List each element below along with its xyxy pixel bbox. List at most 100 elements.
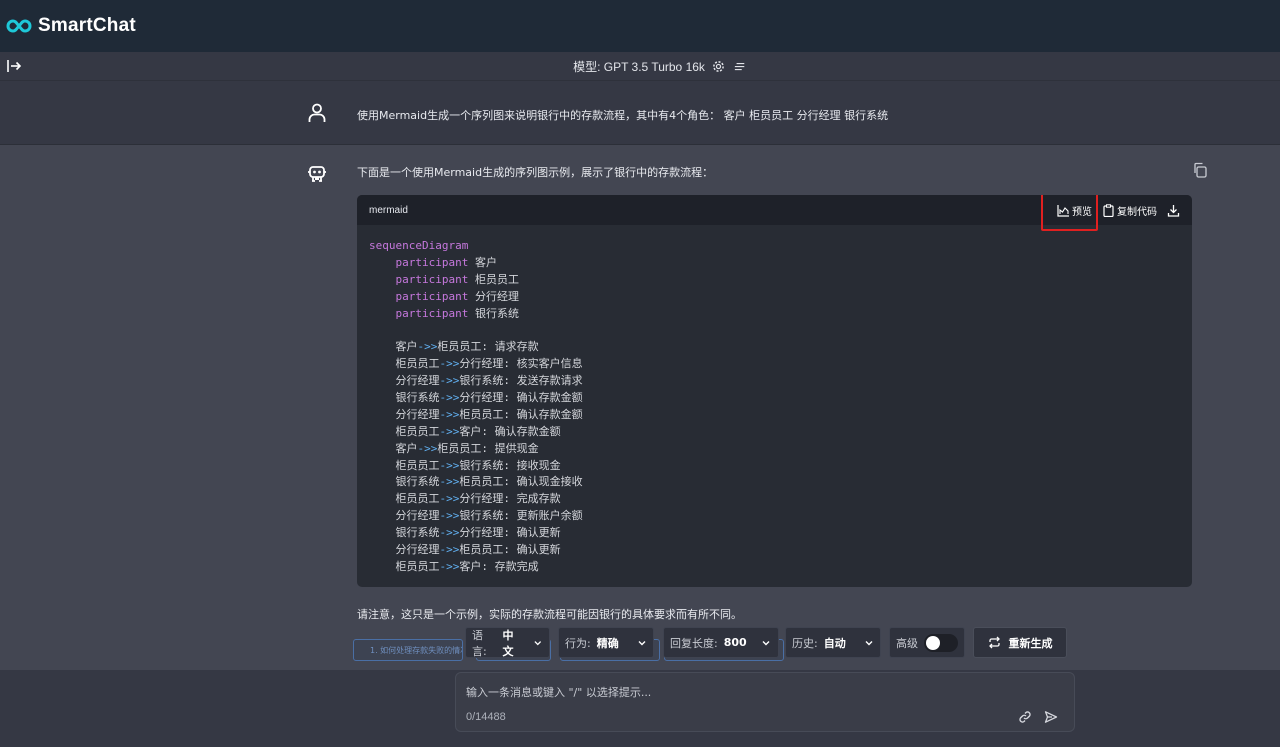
chart-preview-icon [1057, 204, 1069, 217]
app-name: SmartChat [38, 15, 136, 36]
code-message-text: 银行系统: 发送存款请求 [459, 374, 583, 388]
link-icon[interactable] [1018, 710, 1032, 724]
chevron-down-icon [638, 640, 646, 645]
copy-message-icon[interactable] [1192, 162, 1208, 178]
assistant-message: 下面是一个使用Mermaid生成的序列图示例，展示了银行中的存款流程： merm… [0, 145, 1280, 670]
code-keyword: participant [395, 272, 469, 286]
regenerate-button[interactable]: 重新生成 [973, 627, 1067, 658]
code-message-text: 银行系统: 接收现金 [459, 458, 561, 472]
advanced-toggle[interactable] [924, 633, 958, 652]
code-participant-name: 银行系统 [468, 306, 519, 320]
download-button[interactable] [1167, 204, 1180, 217]
gear-icon[interactable] [712, 60, 726, 74]
chevron-down-icon [865, 640, 873, 645]
message-input[interactable]: 输入一条消息或键入 "/" 以选择提示... 0/14488 [455, 672, 1075, 732]
code-message-text: 柜员员工: 提供现金 [437, 441, 539, 455]
code-message-text: 银行系统: 更新账户余额 [459, 509, 583, 523]
assistant-intro-text: 下面是一个使用Mermaid生成的序列图示例，展示了银行中的存款流程： [357, 166, 714, 179]
code-arrow: ->> [439, 458, 460, 472]
code-message-from: 银行系统 [369, 475, 440, 489]
token-counter: 0/14488 [466, 711, 506, 723]
user-message-text: 使用Mermaid生成一个序列图来说明银行中的存款流程，其中有4个角色： 客户 … [357, 109, 889, 122]
app-header: SmartChat [0, 0, 1280, 52]
menu-lines-icon[interactable] [733, 60, 747, 74]
code-line-message: 柜员员工->>客户: 确认存款金额 [369, 424, 1180, 441]
copy-code-label: 复制代码 [1117, 206, 1157, 218]
code-line-participant: participant 客户 [369, 255, 1180, 272]
code-message-text: 柜员员工: 确认更新 [459, 543, 561, 557]
code-arrow: ->> [439, 509, 460, 523]
code-message-text: 客户: 确认存款金额 [459, 424, 561, 438]
app-logo[interactable]: SmartChat [6, 15, 136, 37]
code-arrow: ->> [439, 407, 460, 421]
user-message: 使用Mermaid生成一个序列图来说明银行中的存款流程，其中有4个角色： 客户 … [0, 81, 1280, 145]
code-line-message: 分行经理->>银行系统: 更新账户余额 [369, 508, 1180, 525]
code-message-text: 客户: 存款完成 [459, 559, 539, 573]
code-line-header: sequenceDiagram [369, 238, 1180, 255]
code-content: sequenceDiagram participant 客户 participa… [357, 225, 1192, 576]
model-label[interactable]: 模型: GPT 3.5 Turbo 16k [573, 58, 705, 75]
language-label: 语言: [472, 628, 487, 658]
language-select[interactable]: 语言: 中文 [465, 627, 550, 658]
code-message-from: 分行经理 [369, 543, 440, 557]
code-message-from: 柜员员工 [369, 492, 440, 506]
code-line-message: 柜员员工->>客户: 存款完成 [369, 559, 1180, 576]
preview-button[interactable]: 预览 [1057, 203, 1092, 218]
suggestion-chip[interactable]: 1. 如何处理存款失败的情况？ [353, 639, 463, 661]
user-avatar-icon [308, 103, 326, 122]
code-language: mermaid [369, 204, 408, 216]
code-message-text: 柜员员工: 确认现金接收 [459, 475, 583, 489]
code-message-from: 分行经理 [369, 509, 440, 523]
code-keyword: sequenceDiagram [369, 239, 469, 252]
code-line-message: 柜员员工->>分行经理: 完成存款 [369, 491, 1180, 508]
chevron-down-icon [762, 640, 770, 645]
code-message-from: 柜员员工 [369, 357, 440, 371]
code-message-from: 分行经理 [369, 374, 440, 388]
code-line-message: 分行经理->>银行系统: 发送存款请求 [369, 373, 1180, 390]
chat-controls: 1. 如何处理存款失败的情况？ 语言: 中文 行为: 精确 回复长度: 800 … [0, 627, 1280, 663]
regenerate-label: 重新生成 [1008, 636, 1053, 650]
code-message-from: 分行经理 [369, 407, 440, 421]
behavior-label: 行为: [565, 636, 591, 650]
model-bar: 模型: GPT 3.5 Turbo 16k [0, 52, 1280, 81]
code-keyword: participant [395, 306, 469, 320]
code-arrow: ->> [439, 475, 460, 489]
code-arrow: ->> [439, 357, 460, 371]
code-message-text: 分行经理: 确认存款金额 [459, 391, 583, 405]
code-arrow: ->> [439, 543, 460, 557]
code-line-message: 银行系统->>分行经理: 确认更新 [369, 525, 1180, 542]
code-arrow: ->> [439, 526, 460, 540]
code-message-text: 分行经理: 确认更新 [459, 526, 561, 540]
behavior-value: 精确 [596, 636, 619, 650]
code-participant-name: 分行经理 [468, 289, 519, 303]
send-icon[interactable] [1044, 710, 1058, 724]
code-arrow: ->> [439, 559, 460, 573]
code-line-message: 银行系统->>柜员员工: 确认现金接收 [369, 474, 1180, 491]
reply-length-label: 回复长度: [670, 636, 718, 650]
code-line-message: 客户->>柜员员工: 提供现金 [369, 441, 1180, 458]
code-message-from: 银行系统 [369, 526, 440, 540]
code-message-from: 银行系统 [369, 391, 440, 405]
history-value: 自动 [823, 636, 846, 650]
history-select[interactable]: 历史: 自动 [785, 627, 881, 658]
reply-length-select[interactable]: 回复长度: 800 [663, 627, 779, 658]
code-line-participant: participant 柜员员工 [369, 272, 1180, 289]
code-message-from: 柜员员工 [369, 424, 440, 438]
code-block: mermaid 预览 复制代码 sequenceDiagram particip… [357, 195, 1192, 587]
advanced-label: 高级 [896, 636, 918, 650]
code-arrow: ->> [439, 492, 460, 506]
code-message-from: 客户 [369, 340, 418, 354]
code-line-message: 分行经理->>柜员员工: 确认存款金额 [369, 407, 1180, 424]
code-line-message: 银行系统->>分行经理: 确认存款金额 [369, 390, 1180, 407]
code-message-from: 柜员员工 [369, 559, 440, 573]
behavior-select[interactable]: 行为: 精确 [558, 627, 654, 658]
code-participant-name: 客户 [468, 255, 497, 269]
copy-code-button[interactable]: 复制代码 [1102, 203, 1157, 218]
history-label: 历史: [792, 636, 818, 650]
message-input-placeholder: 输入一条消息或键入 "/" 以选择提示... [466, 686, 652, 699]
code-line-participant: participant 分行经理 [369, 289, 1180, 306]
code-message-text: 柜员员工: 确认存款金额 [459, 407, 583, 421]
